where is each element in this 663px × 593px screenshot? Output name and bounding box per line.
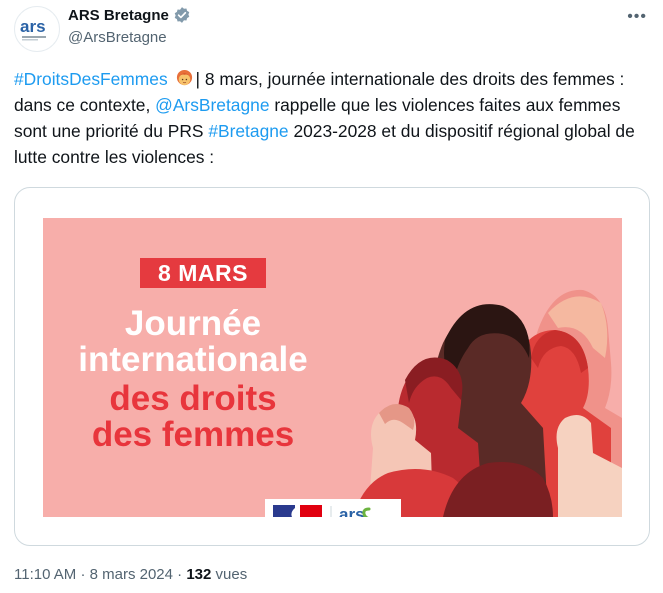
poster-headline-line3: des droits [109, 379, 277, 418]
author-name[interactable]: ARS Bretagne [68, 7, 169, 24]
more-options-icon[interactable]: ••• [627, 8, 647, 26]
poster-headline-line1: Journée [124, 304, 262, 343]
mention-arsbretagne[interactable]: @ArsBretagne [155, 95, 269, 115]
hashtag-bretagne[interactable]: #Bretagne [208, 121, 288, 141]
poster-image: 8 MARS Journée internationale des droits… [43, 218, 622, 517]
woman-emoji-icon [176, 69, 192, 86]
republique-francaise-logo [273, 505, 322, 517]
poster-headline-line4: des femmes [91, 415, 295, 454]
verified-badge-icon [174, 7, 190, 23]
separator-dot: · [80, 566, 86, 583]
women-illustration [353, 289, 622, 517]
avatar[interactable]: ars [14, 6, 60, 52]
separator-dot: · [177, 566, 183, 583]
partner-logos: ars [273, 505, 371, 517]
tweet-time[interactable]: 11:10 AM [14, 566, 76, 583]
tweet-date[interactable]: 8 mars 2024 [90, 566, 173, 583]
author-handle[interactable]: @ArsBretagne [68, 29, 167, 46]
media-card[interactable]: 8 MARS Journée internationale des droits… [14, 187, 650, 546]
author-name-row: ARS Bretagne [68, 6, 191, 24]
date-badge: 8 MARS [140, 258, 266, 288]
tweet-footer: 11:10 AM · 8 mars 2024 · 132 vues [14, 566, 247, 583]
poster-logo-text: ars [339, 505, 365, 517]
views-label: vues [215, 566, 248, 583]
views-count: 132 [186, 566, 212, 583]
tweet-text: #DroitsDesFemmes | 8 mars, journée inter… [14, 66, 644, 170]
avatar-logo-text: ars [20, 17, 46, 36]
poster-headline-line2: internationale [78, 340, 308, 379]
hashtag-droitsdesfemmes[interactable]: #DroitsDesFemmes [14, 69, 168, 89]
logo-strip: ars [265, 499, 401, 517]
ars-logo: ars [339, 505, 371, 517]
